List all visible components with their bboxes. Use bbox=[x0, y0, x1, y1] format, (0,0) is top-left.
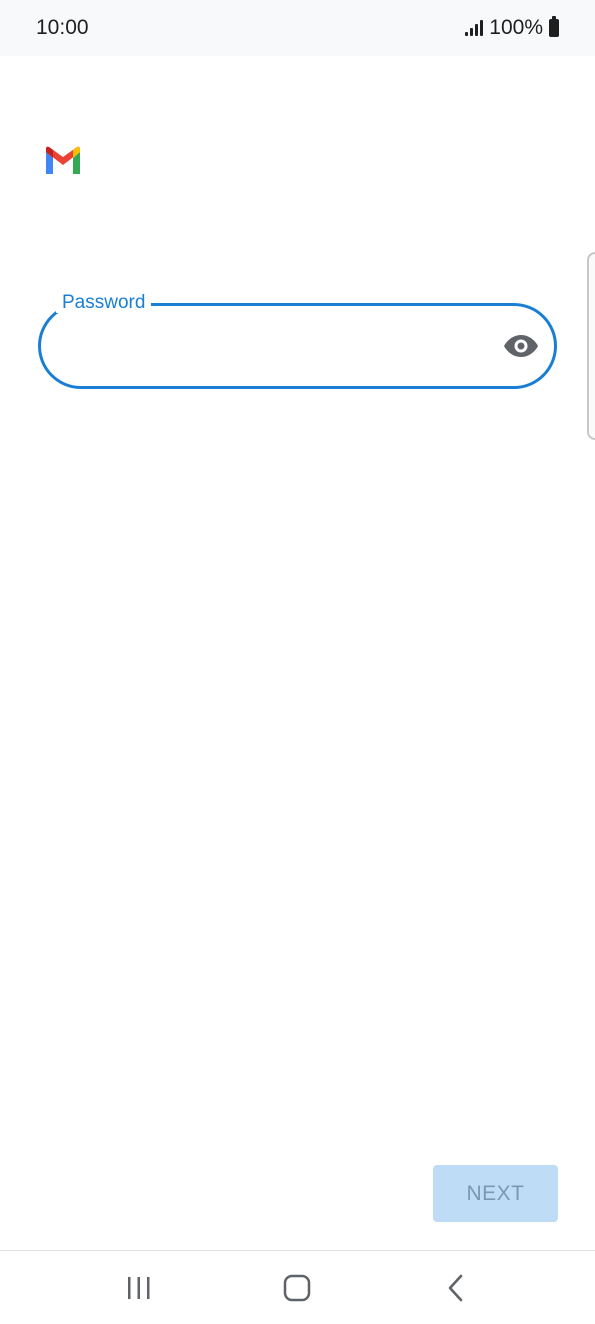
recent-apps-icon bbox=[128, 1276, 150, 1299]
home-icon bbox=[284, 1274, 311, 1301]
show-password-button[interactable] bbox=[503, 329, 539, 363]
next-button[interactable]: NEXT bbox=[433, 1165, 558, 1222]
recent-apps-button[interactable] bbox=[109, 1258, 169, 1318]
back-icon bbox=[448, 1274, 463, 1301]
status-bar: 10:00 100% bbox=[0, 0, 595, 56]
password-field[interactable]: Password bbox=[38, 293, 557, 389]
eye-icon bbox=[504, 335, 538, 357]
system-navigation-bar bbox=[0, 1250, 595, 1324]
home-button[interactable] bbox=[267, 1258, 327, 1318]
gmail-logo-icon bbox=[46, 146, 80, 174]
password-label: Password bbox=[56, 293, 152, 313]
edge-panel-handle[interactable] bbox=[587, 252, 595, 440]
back-button[interactable] bbox=[426, 1258, 486, 1318]
password-input[interactable] bbox=[64, 321, 498, 373]
signal-icon bbox=[465, 20, 484, 36]
battery-icon bbox=[549, 16, 559, 37]
status-time: 10:00 bbox=[36, 16, 89, 39]
battery-percentage: 100% bbox=[489, 16, 543, 39]
status-indicators: 100% bbox=[465, 16, 559, 40]
